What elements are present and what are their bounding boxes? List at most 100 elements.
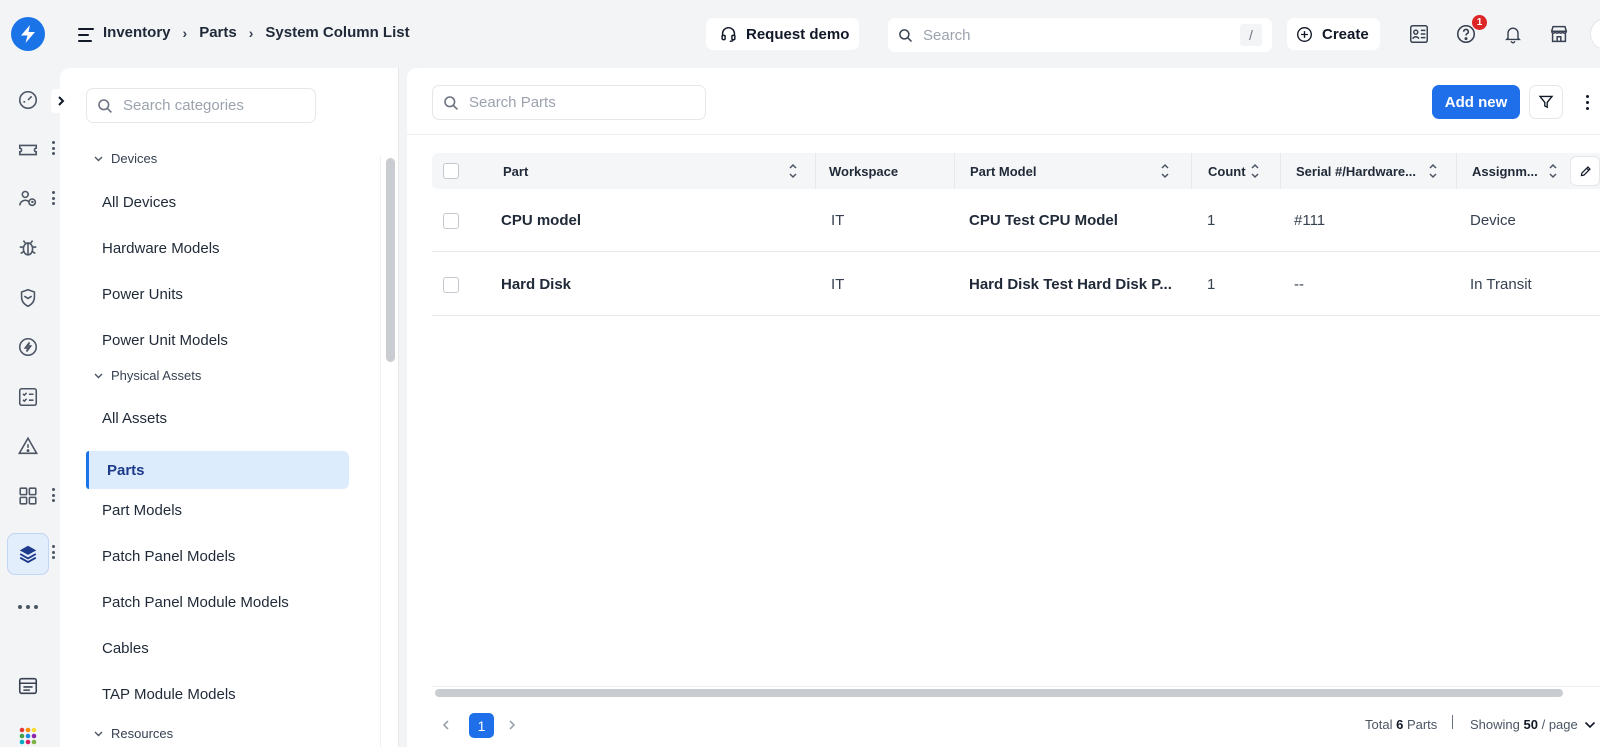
total-count: Total 6 Parts — [1365, 717, 1437, 732]
cell-part-model[interactable]: Hard Disk Test Hard Disk P... — [969, 253, 1179, 316]
column-divider — [1456, 153, 1457, 189]
create-button[interactable]: Create — [1287, 18, 1380, 50]
categories-scrollbar-thumb[interactable] — [386, 158, 395, 362]
chevron-down-icon — [1585, 721, 1596, 729]
request-demo-label: Request demo — [746, 25, 850, 43]
breadcrumb-chevron-icon: › — [248, 24, 254, 41]
table-scrollbar-thumb[interactable] — [435, 689, 1563, 697]
category-power-units[interactable]: Power Units — [86, 275, 349, 313]
logo-bolt-icon[interactable] — [11, 17, 45, 51]
edit-columns-button[interactable] — [1570, 156, 1600, 186]
window-icon[interactable] — [14, 672, 42, 700]
store-icon[interactable] — [1547, 22, 1571, 46]
more-options-icon[interactable] — [1577, 85, 1597, 119]
sort-icon[interactable] — [1250, 162, 1260, 180]
parts-search[interactable] — [432, 85, 706, 120]
bug-icon[interactable] — [14, 234, 42, 262]
category-part-models[interactable]: Part Models — [86, 491, 349, 529]
category-cables[interactable]: Cables — [86, 629, 349, 667]
avatar[interactable] — [1590, 18, 1600, 50]
breadcrumb-current-page: System Column List — [265, 24, 410, 41]
breadcrumb-chevron-icon: › — [182, 24, 188, 41]
contact-list-icon[interactable] — [1407, 22, 1431, 46]
users-icon[interactable] — [14, 185, 42, 213]
column-header-count[interactable]: Count — [1208, 153, 1246, 189]
warning-icon[interactable] — [14, 432, 42, 460]
hamburger-icon[interactable] — [78, 28, 94, 42]
cell-workspace: IT — [831, 212, 845, 229]
users-more-icon[interactable] — [50, 191, 56, 205]
prev-page-icon[interactable] — [438, 717, 454, 733]
layers-more-icon[interactable] — [50, 545, 56, 559]
next-page-icon[interactable] — [504, 717, 520, 733]
column-header-part[interactable]: Part — [503, 153, 528, 189]
parts-search-input[interactable] — [469, 94, 689, 111]
compass-icon[interactable] — [14, 333, 42, 361]
plus-circle-icon — [1297, 26, 1312, 42]
apps-more-icon[interactable] — [50, 488, 56, 502]
category-patch-panel-models[interactable]: Patch Panel Models — [86, 537, 349, 575]
table-row[interactable]: CPU model IT CPU Test CPU Model 1 #111 D… — [432, 189, 1600, 252]
filter-button[interactable] — [1529, 85, 1563, 119]
category-search[interactable] — [86, 88, 316, 123]
row-checkbox[interactable] — [443, 213, 459, 229]
ticket-icon[interactable] — [14, 136, 42, 164]
category-hardware-models[interactable]: Hardware Models — [86, 229, 349, 267]
select-all-checkbox[interactable] — [443, 163, 459, 179]
add-new-button[interactable]: Add new — [1432, 85, 1520, 119]
pagination-divider — [1452, 715, 1453, 729]
sort-icon[interactable] — [1160, 162, 1170, 180]
global-search[interactable]: / — [888, 18, 1272, 52]
chevron-down-icon — [94, 373, 103, 378]
search-shortcut-key: / — [1240, 24, 1262, 46]
table-header: Part Workspace Part Model Count Serial #… — [432, 153, 1600, 189]
table-horizontal-scrollbar[interactable] — [432, 686, 1600, 698]
dashboard-icon[interactable] — [14, 86, 42, 114]
shield-icon[interactable] — [14, 284, 42, 312]
layers-icon[interactable] — [14, 540, 42, 568]
column-header-assignment[interactable]: Assignm... — [1472, 153, 1538, 189]
category-all-assets[interactable]: All Assets — [86, 399, 349, 437]
table-row[interactable]: Hard Disk IT Hard Disk Test Hard Disk P.… — [432, 253, 1600, 316]
categories-panel: Devices All Devices Hardware Models Powe… — [60, 68, 399, 747]
checklist-icon[interactable] — [14, 383, 42, 411]
cell-part-model[interactable]: CPU Test CPU Model — [969, 189, 1179, 252]
categories-scrollbar[interactable] — [380, 156, 398, 747]
colorful-grid-icon[interactable] — [14, 722, 42, 747]
sort-icon[interactable] — [788, 162, 798, 180]
category-power-unit-models[interactable]: Power Unit Models — [86, 321, 349, 359]
page-1-button[interactable]: 1 — [469, 713, 494, 738]
row-checkbox[interactable] — [443, 277, 459, 293]
category-patch-panel-module-models[interactable]: Patch Panel Module Models — [86, 583, 349, 621]
page-size-selector[interactable]: Showing 50 / page — [1470, 717, 1596, 732]
bell-icon[interactable] — [1501, 22, 1525, 46]
sort-icon[interactable] — [1428, 162, 1438, 180]
global-search-input[interactable] — [923, 26, 1223, 44]
request-demo-button[interactable]: Request demo — [706, 18, 859, 50]
column-header-serial[interactable]: Serial #/Hardware... — [1296, 153, 1416, 189]
category-tap-module-models[interactable]: TAP Module Models — [86, 675, 349, 713]
group-physical-assets[interactable]: Physical Assets — [94, 368, 201, 383]
sort-icon[interactable] — [1548, 162, 1558, 180]
cell-serial: #111 — [1294, 212, 1326, 229]
group-resources[interactable]: Resources — [94, 726, 173, 741]
expand-panel-button[interactable] — [51, 89, 71, 113]
breadcrumb-inventory[interactable]: Inventory — [103, 24, 171, 41]
group-devices[interactable]: Devices — [94, 151, 157, 166]
cell-assignment: Device — [1470, 212, 1516, 229]
category-search-input[interactable] — [123, 97, 303, 114]
cell-part[interactable]: CPU model — [501, 189, 581, 252]
ticket-more-icon[interactable] — [50, 141, 56, 155]
category-parts[interactable]: Parts — [86, 451, 349, 489]
breadcrumb-parts[interactable]: Parts — [199, 24, 237, 41]
column-header-part-model[interactable]: Part Model — [970, 153, 1036, 189]
chevron-down-icon — [94, 731, 103, 736]
cell-part[interactable]: Hard Disk — [501, 253, 571, 316]
category-all-devices[interactable]: All Devices — [86, 183, 349, 221]
toolbar-divider — [407, 134, 1600, 135]
column-header-workspace[interactable]: Workspace — [829, 153, 898, 189]
showing-label: Showing — [1470, 717, 1520, 732]
more-horizontal-icon[interactable] — [14, 593, 42, 621]
help-icon[interactable]: 1 — [1454, 15, 1487, 46]
apps-grid-icon[interactable] — [14, 482, 42, 510]
